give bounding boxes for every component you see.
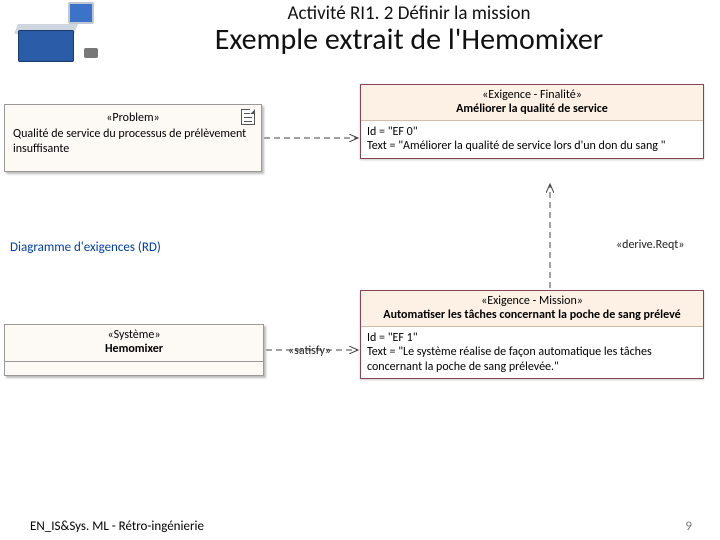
problem-text: Qualité de service du processus de prélè… <box>5 127 261 160</box>
requirement-mission-id: Id = "EF 1" <box>367 331 697 345</box>
problem-box: «Problem» Qualité de service du processu… <box>4 104 262 172</box>
requirement-mission-body: Id = "EF 1" Text = "Le système réalise d… <box>361 327 703 378</box>
requirement-finalite-id: Id = "EF 0" <box>367 125 697 139</box>
diagram-canvas: «Problem» Qualité de service du processu… <box>0 66 720 476</box>
title-block: Activité RI1. 2 Définir la mission Exemp… <box>106 2 712 58</box>
slide-subtitle: Exemple extrait de l'Hemomixer <box>106 21 712 58</box>
requirement-finalite-text: Text = "Améliorer la qualité de service … <box>367 139 697 153</box>
diagram-caption: Diagramme d'exigences (RD) <box>10 240 161 255</box>
system-name: Hemomixer <box>9 342 259 356</box>
problem-stereotype: «Problem» <box>5 105 261 127</box>
page-number: 9 <box>685 519 692 534</box>
requirement-mission-title: Automatiser les tâches concernant la poc… <box>365 308 699 322</box>
requirement-mission-text: Text = "Le système réalise de façon auto… <box>367 345 697 374</box>
note-icon <box>241 109 255 125</box>
requirement-mission-head: «Exigence - Mission» Automatiser les tâc… <box>361 291 703 327</box>
requirement-finalite-title: Améliorer la qualité de service <box>365 102 699 116</box>
derive-label: «derive.Reqt» <box>616 238 684 252</box>
slide-header: Activité RI1. 2 Définir la mission Exemp… <box>0 0 720 66</box>
requirement-finalite-head: «Exigence - Finalité» Améliorer la quali… <box>361 85 703 121</box>
requirement-finalite-stereotype: «Exigence - Finalité» <box>365 88 699 102</box>
requirement-mission-box: «Exigence - Mission» Automatiser les tâc… <box>360 290 704 379</box>
system-head: «Système» Hemomixer <box>5 325 263 361</box>
satisfy-label: «satisfy» <box>288 344 331 358</box>
requirement-mission-stereotype: «Exigence - Mission» <box>365 294 699 308</box>
requirement-finalite-box: «Exigence - Finalité» Améliorer la quali… <box>360 84 704 159</box>
device-illustration <box>8 2 98 66</box>
system-box: «Système» Hemomixer <box>4 324 264 376</box>
system-stereotype: «Système» <box>9 328 259 342</box>
footer-text: EN_IS&Sys. ML - Rétro-ingénierie <box>30 519 204 534</box>
slide-footer: EN_IS&Sys. ML - Rétro-ingénierie 9 <box>0 519 720 534</box>
requirement-finalite-body: Id = "EF 0" Text = "Améliorer la qualité… <box>361 121 703 158</box>
